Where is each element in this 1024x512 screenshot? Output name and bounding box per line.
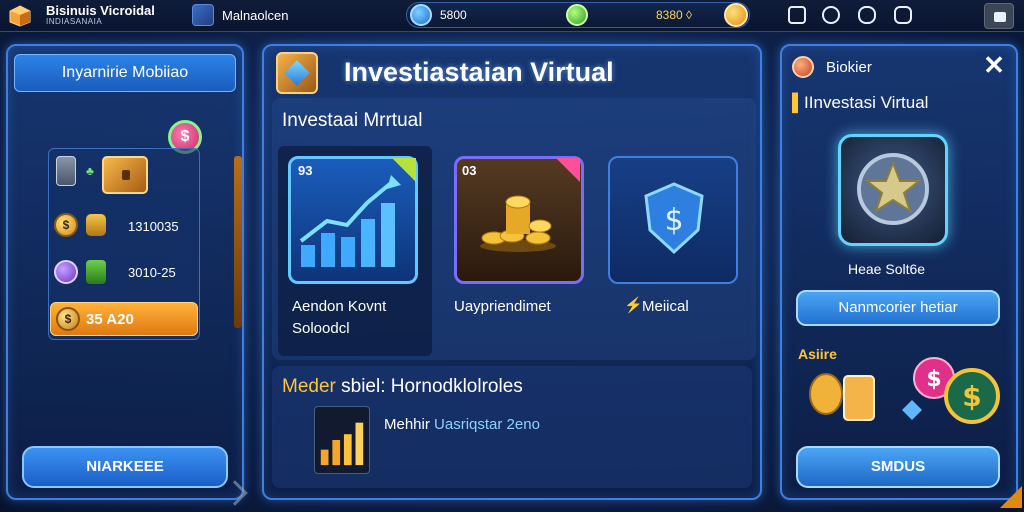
green-bottle-icon bbox=[86, 260, 106, 284]
market-summary-line: Mehhir Uasriqstar 2eno bbox=[384, 416, 540, 433]
treasure-chest-icon[interactable] bbox=[102, 156, 148, 194]
badge-icon bbox=[792, 56, 814, 78]
assets-illustration: $ $ bbox=[809, 357, 1000, 424]
tab-label[interactable]: Malnaolcen bbox=[222, 8, 289, 23]
coin-stack-icon bbox=[86, 214, 106, 236]
share-icon[interactable] bbox=[788, 6, 806, 24]
svg-text:$: $ bbox=[664, 203, 683, 238]
svg-text:$: $ bbox=[962, 380, 981, 413]
card-number: 93 bbox=[298, 163, 313, 178]
app-title: Bisinuis Vicroidal bbox=[46, 3, 155, 18]
close-icon[interactable]: ✕ bbox=[982, 52, 1006, 78]
gold-coins-icon bbox=[480, 195, 556, 252]
market-summary-heading: Meder sbiel: Hornodklolroles bbox=[282, 376, 523, 398]
corner-decoration bbox=[1000, 486, 1022, 508]
inventory-header: Inyarnirie Mobiiao bbox=[14, 54, 236, 92]
card-tag bbox=[556, 158, 580, 182]
card-number: 03 bbox=[462, 163, 477, 178]
card-tag bbox=[392, 158, 416, 182]
detail-title: Biokier bbox=[826, 59, 872, 76]
gold-coin-icon[interactable] bbox=[724, 3, 748, 27]
subtitle-marker: ▌ bbox=[792, 93, 805, 112]
action-button[interactable]: Nanmcorier hetiar bbox=[796, 290, 1000, 326]
blue-currency-value: 5800 bbox=[440, 8, 467, 22]
blue-coin-icon bbox=[410, 4, 432, 26]
tab-icon[interactable] bbox=[192, 4, 214, 26]
green-gem-icon[interactable] bbox=[566, 4, 588, 26]
inventory-row-value[interactable]: 1310035 bbox=[128, 219, 179, 234]
star-vault-icon bbox=[857, 153, 929, 225]
bar-chart-icon[interactable] bbox=[314, 406, 370, 474]
shield-icon: $ bbox=[644, 182, 704, 255]
profile-button[interactable] bbox=[984, 3, 1014, 29]
market-button[interactable]: NIARKEEE bbox=[22, 446, 228, 488]
gem-box-icon bbox=[276, 52, 318, 94]
status-button[interactable]: SMDUS bbox=[796, 446, 1000, 488]
scroll-handle[interactable] bbox=[234, 156, 242, 328]
coin-icon: $ bbox=[54, 213, 78, 237]
info-icon[interactable] bbox=[822, 6, 840, 24]
card-label: Uaypriendimet bbox=[454, 298, 551, 315]
svg-text:$: $ bbox=[926, 367, 941, 392]
bolt-icon: ⚡ bbox=[624, 297, 643, 314]
detail-subtitle: ▌IInvestasi Virtual bbox=[792, 93, 928, 113]
vault-icon[interactable] bbox=[838, 134, 948, 246]
page-title: Investiastaian Virtual bbox=[344, 57, 614, 87]
line-highlight: Uasriqstar 2eno bbox=[434, 416, 540, 433]
heading-text: sbiel: Hornodklolroles bbox=[335, 376, 523, 397]
card-label: Aendon Kovnt bbox=[292, 298, 387, 315]
jar-icon bbox=[56, 156, 76, 186]
heading-highlight: Meder bbox=[282, 376, 336, 397]
card-label: Soloodcl bbox=[292, 320, 350, 337]
app-subtitle: INDIASANAIA bbox=[46, 17, 103, 26]
settings-icon[interactable] bbox=[894, 6, 912, 24]
purple-gem-icon bbox=[54, 260, 78, 284]
gold-currency-value: 8380 ◊ bbox=[656, 8, 692, 22]
vault-caption: Heae Solt6e bbox=[848, 261, 926, 277]
line-text: Mehhir bbox=[384, 416, 435, 433]
card-label: Meiical bbox=[642, 298, 689, 315]
detail-subtitle-text: IInvestasi Virtual bbox=[804, 93, 929, 112]
app-logo-icon bbox=[9, 5, 31, 27]
inventory-row-value[interactable]: 3010-25 bbox=[128, 265, 176, 280]
hand-icon[interactable] bbox=[858, 6, 876, 24]
selected-row-value: 35 A20 bbox=[86, 311, 134, 328]
section-title: Investaai Mrrtual bbox=[282, 110, 423, 131]
sprout-icon: ♣ bbox=[86, 164, 94, 178]
coin-icon: $ bbox=[56, 307, 80, 331]
